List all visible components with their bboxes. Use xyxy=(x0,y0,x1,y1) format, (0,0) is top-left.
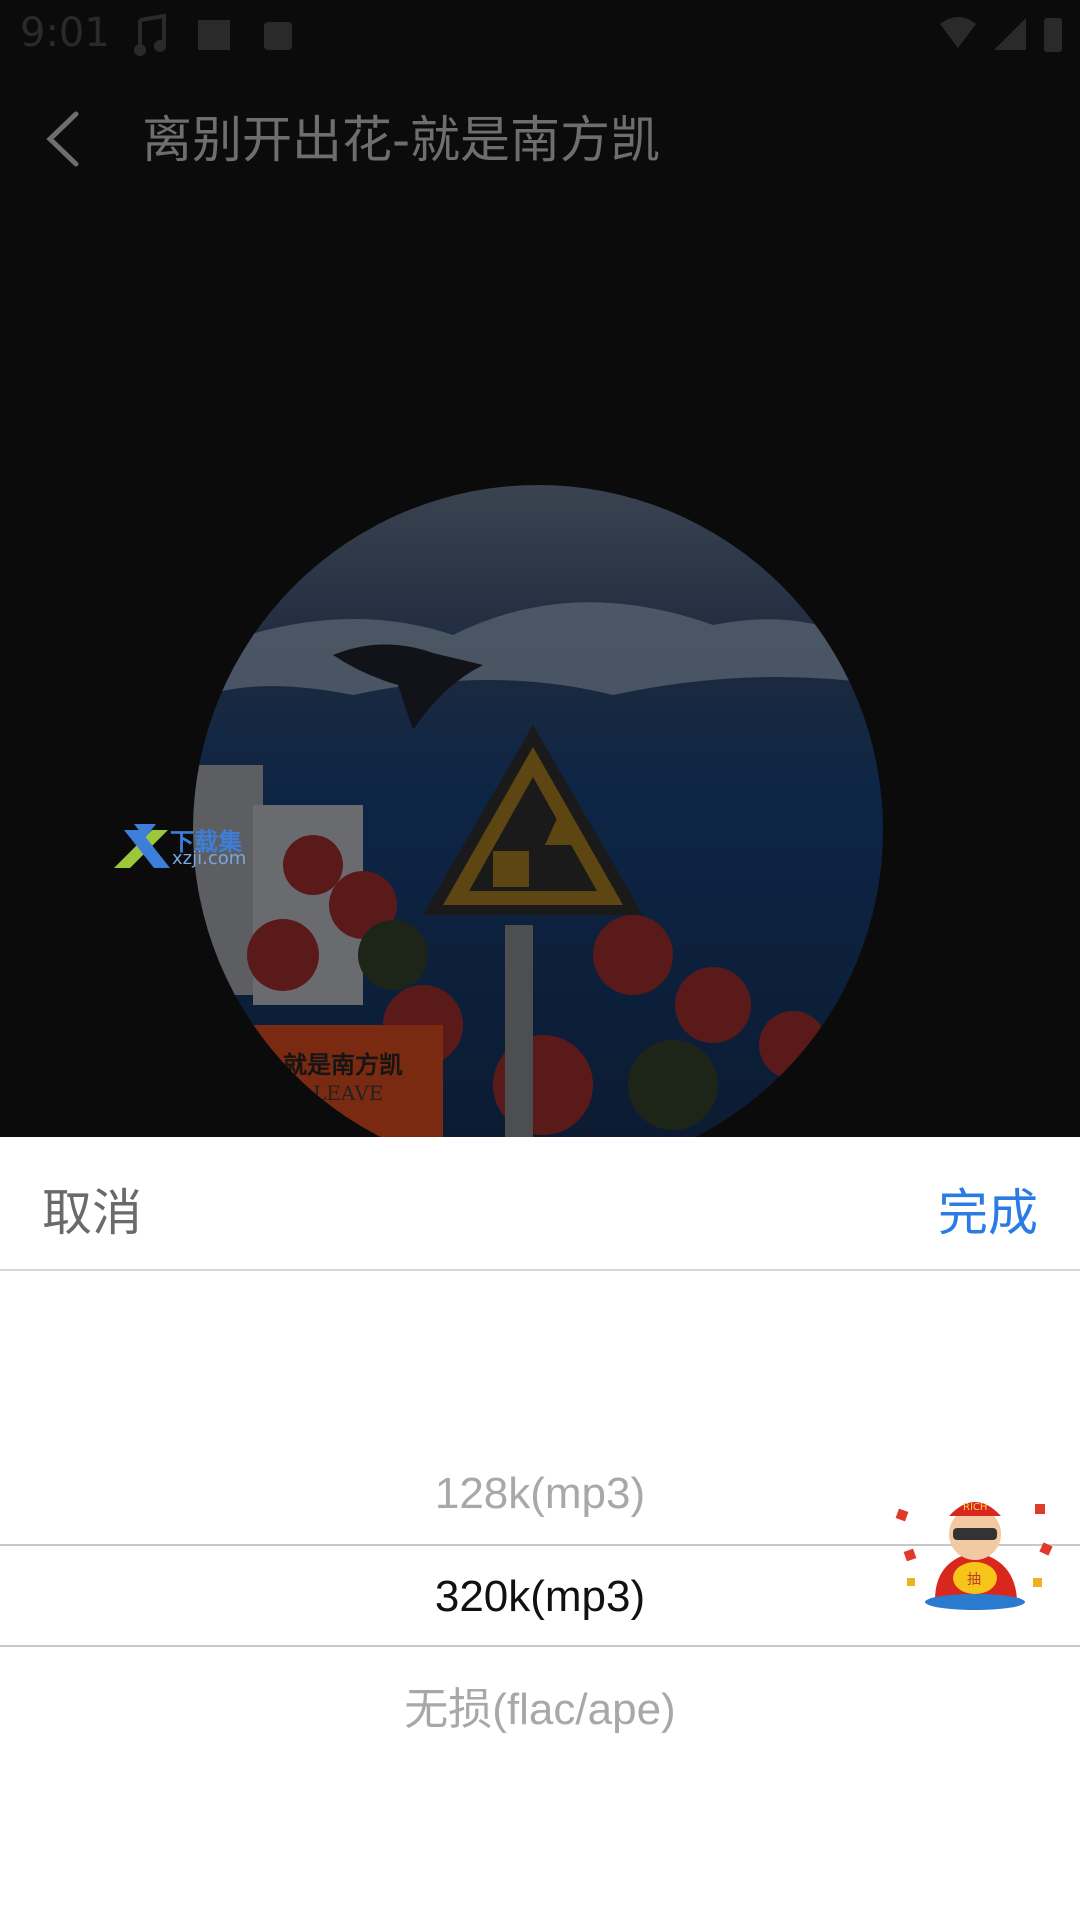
cover-text: 就是南方凯 xyxy=(283,1050,403,1079)
lucky-draw-icon[interactable]: RICH 抽 xyxy=(895,1490,1055,1610)
status-time: 9:01 xyxy=(20,10,110,56)
app-icon xyxy=(264,22,292,50)
sheet-header: 取消 完成 xyxy=(0,1137,1080,1271)
badge-draw-char: 抽 xyxy=(967,1572,981,1588)
cancel-button[interactable]: 取消 xyxy=(42,1173,142,1245)
status-bar: 9:01 xyxy=(0,0,1080,72)
back-arrow-icon[interactable] xyxy=(40,104,88,174)
picker-divider-bottom xyxy=(0,1645,1080,1647)
notification-icons xyxy=(130,14,298,58)
battery-icon xyxy=(1044,18,1062,52)
done-button[interactable]: 完成 xyxy=(938,1173,1038,1245)
signal-icon xyxy=(994,18,1026,50)
cover-text-2: LEAVE xyxy=(313,1081,383,1105)
music-note-icon xyxy=(134,14,166,56)
badge-rich-text: RICH xyxy=(963,1502,987,1513)
picker-option[interactable]: 无损(flac/ape) xyxy=(0,1673,1080,1737)
album-cover: 就是南方凯 LEAVE xyxy=(193,485,883,1175)
image-icon xyxy=(198,20,230,50)
song-title: 离别开出花-就是南方凯 xyxy=(142,111,661,169)
system-icons xyxy=(938,14,1064,54)
watermark-domain: xzji.com xyxy=(172,848,247,869)
wifi-icon xyxy=(940,17,976,48)
